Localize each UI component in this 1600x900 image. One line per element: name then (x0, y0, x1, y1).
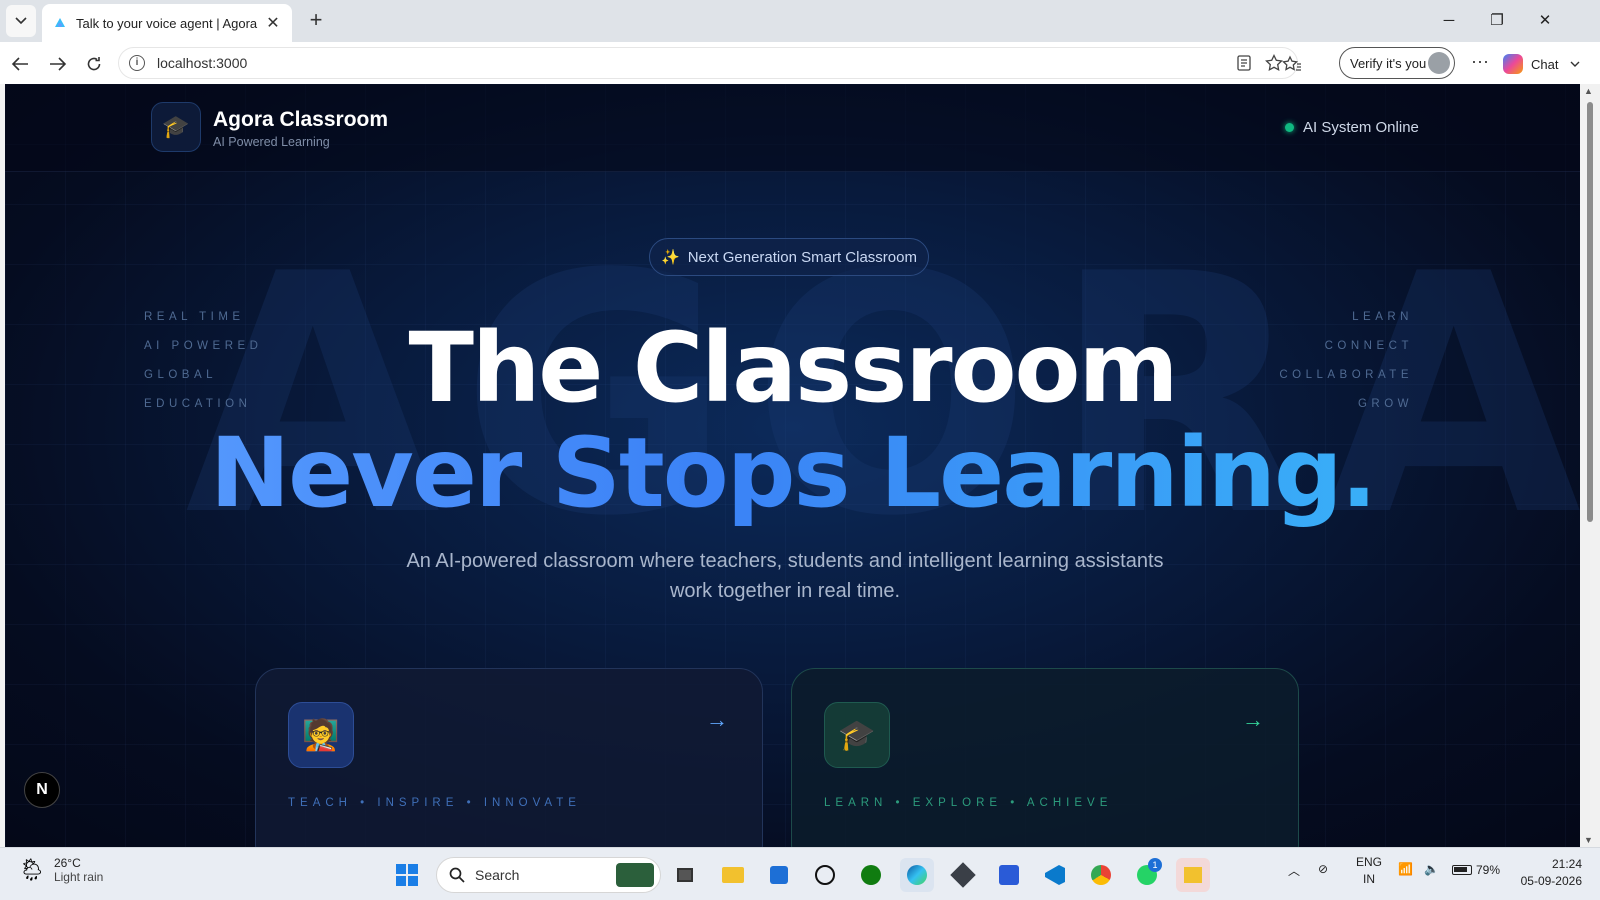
favorites-button[interactable] (1278, 50, 1306, 78)
arrow-left-icon (11, 57, 28, 71)
favicon-icon (55, 18, 65, 27)
arrow-right-icon[interactable]: → (706, 707, 728, 733)
arrow-right-icon (50, 57, 67, 71)
more-options-button[interactable]: ··· (1466, 50, 1494, 78)
xbox-icon[interactable] (854, 858, 888, 892)
tab-close-icon[interactable]: ✕ (264, 13, 282, 33)
start-button[interactable] (390, 858, 424, 892)
volume-icon[interactable]: 🔈 (1424, 862, 1439, 876)
scroll-down-icon[interactable]: ▼ (1584, 835, 1593, 845)
chatgpt-icon[interactable] (808, 858, 842, 892)
weather-condition: Light rain (53, 870, 104, 884)
card-tagline: TEACH • INSPIRE • INNOVATE (288, 797, 581, 809)
chevron-down-icon (1570, 61, 1580, 67)
tab-actions-menu-button[interactable] (6, 5, 36, 37)
scrollbar-thumb[interactable] (1587, 102, 1593, 522)
url-text: localhost:3000 (157, 55, 248, 71)
hero-headline-line2: Never Stops Learning. (5, 417, 1580, 529)
page-scrollbar[interactable]: ▲ ▼ (1580, 84, 1600, 847)
windows-logo-icon (396, 864, 418, 886)
forward-button[interactable] (44, 50, 72, 78)
teacher-icon: 🧑‍🏫 (288, 702, 354, 768)
status-dot-icon (1285, 123, 1294, 132)
card-tagline: LEARN • EXPLORE • ACHIEVE (824, 797, 1113, 809)
microsoft-store-icon[interactable] (762, 858, 796, 892)
close-window-button[interactable]: ✕ (1522, 6, 1568, 36)
file-explorer-icon[interactable] (716, 858, 750, 892)
sparkles-icon: ✨ (661, 249, 680, 266)
rain-cloud-icon: 🌦 (18, 857, 46, 882)
temperature: 26°C (53, 856, 81, 870)
region-code: IN (1363, 872, 1375, 886)
page-viewport: AGORA 🎓 Agora Classroom AI Powered Learn… (5, 84, 1580, 847)
scroll-up-icon[interactable]: ▲ (1584, 86, 1593, 96)
verify-profile-button[interactable]: Verify it's you (1339, 47, 1455, 79)
search-placeholder: Search (475, 867, 520, 883)
brand-subtitle: AI Powered Learning (213, 135, 330, 149)
address-bar[interactable]: i localhost:3000 (118, 47, 1298, 79)
tab-title: Talk to your voice agent | Agora (76, 15, 258, 31)
brand-logo[interactable]: 🎓 (151, 102, 201, 152)
hero-badge-label: Next Generation Smart Classroom (687, 248, 917, 266)
clock-time: 21:24 (1551, 857, 1582, 871)
battery-indicator[interactable]: 79% (1452, 863, 1500, 877)
search-icon (449, 867, 465, 883)
weather-widget[interactable]: 🌦 26°C Light rain (18, 856, 103, 884)
minimize-button[interactable]: ─ (1426, 6, 1472, 36)
reload-icon (87, 57, 101, 71)
teacher-role-card[interactable]: 🧑‍🏫 → TEACH • INSPIRE • INNOVATE (255, 668, 763, 847)
reading-view-icon[interactable] (1231, 50, 1257, 76)
graduation-cap-icon: 🎓 (162, 114, 190, 139)
show-hidden-icons-button[interactable]: ︿ (1288, 862, 1300, 879)
copilot-chat-button[interactable]: Chat (1503, 50, 1580, 78)
vscode-icon[interactable] (1038, 858, 1072, 892)
browser-toolbar: i localhost:3000 Verify it's you ··· Cha… (0, 42, 1600, 84)
arrow-right-icon[interactable]: → (1242, 707, 1264, 733)
input-language[interactable]: ENG IN (1356, 854, 1382, 888)
whatsapp-icon[interactable]: 1 (1130, 858, 1164, 892)
graduation-cap-icon: 🎓 (824, 702, 890, 768)
edge-browser-icon[interactable] (900, 858, 934, 892)
profile-avatar (1428, 52, 1450, 74)
chevron-down-icon (15, 17, 27, 25)
system-status: AI System Online (1285, 119, 1419, 136)
battery-percent: 79% (1476, 863, 1501, 877)
chat-label: Chat (1531, 56, 1559, 72)
student-role-card[interactable]: 🎓 → LEARN • EXPLORE • ACHIEVE (791, 668, 1299, 847)
brand-name[interactable]: Agora Classroom (213, 108, 388, 132)
language-code: ENG (1356, 855, 1383, 869)
battery-icon (1452, 865, 1472, 875)
notification-badge: 1 (1148, 858, 1162, 872)
hero-badge: ✨ Next Generation Smart Classroom (649, 238, 929, 276)
browser-tab-active[interactable]: Talk to your voice agent | Agora ✕ (42, 4, 292, 42)
chrome-icon[interactable] (1084, 858, 1118, 892)
hero-headline-line1: The Classroom (408, 312, 1178, 424)
clock-date: 05-09-2026 (1520, 874, 1582, 888)
reload-button[interactable] (80, 50, 108, 78)
favorites-list-icon (1282, 55, 1301, 71)
system-clock[interactable]: 21:24 05-09-2026 (1510, 856, 1582, 890)
taskbar-search[interactable]: Search (436, 857, 661, 893)
new-tab-button[interactable]: + (302, 8, 330, 34)
wifi-icon[interactable]: 📶 (1398, 862, 1413, 876)
taskbar: 🌦 26°C Light rain Search 1 ︿ ⊘ ENG IN 📶 … (0, 847, 1600, 900)
browser-tab-bar: Talk to your voice agent | Agora ✕ + ─ ❐… (0, 0, 1600, 42)
app-icon[interactable] (946, 858, 980, 892)
task-view-icon[interactable] (668, 858, 702, 892)
site-info-icon[interactable]: i (129, 55, 145, 71)
copilot-icon (1503, 54, 1523, 74)
restore-button[interactable]: ❐ (1474, 6, 1520, 36)
hero-description: An AI-powered classroom where teachers, … (406, 550, 1164, 602)
back-button[interactable] (6, 50, 34, 78)
search-highlight-icon (616, 863, 654, 887)
file-app-icon[interactable] (1176, 858, 1210, 892)
nextjs-dev-badge[interactable]: N (24, 772, 60, 808)
onedrive-offline-icon[interactable]: ⊘ (1318, 862, 1328, 876)
verify-label: Verify it's you (1350, 55, 1427, 71)
powerapps-icon[interactable] (992, 858, 1026, 892)
app-header: 🎓 Agora Classroom AI Powered Learning AI… (5, 84, 1580, 172)
status-text: AI System Online (1303, 119, 1419, 136)
